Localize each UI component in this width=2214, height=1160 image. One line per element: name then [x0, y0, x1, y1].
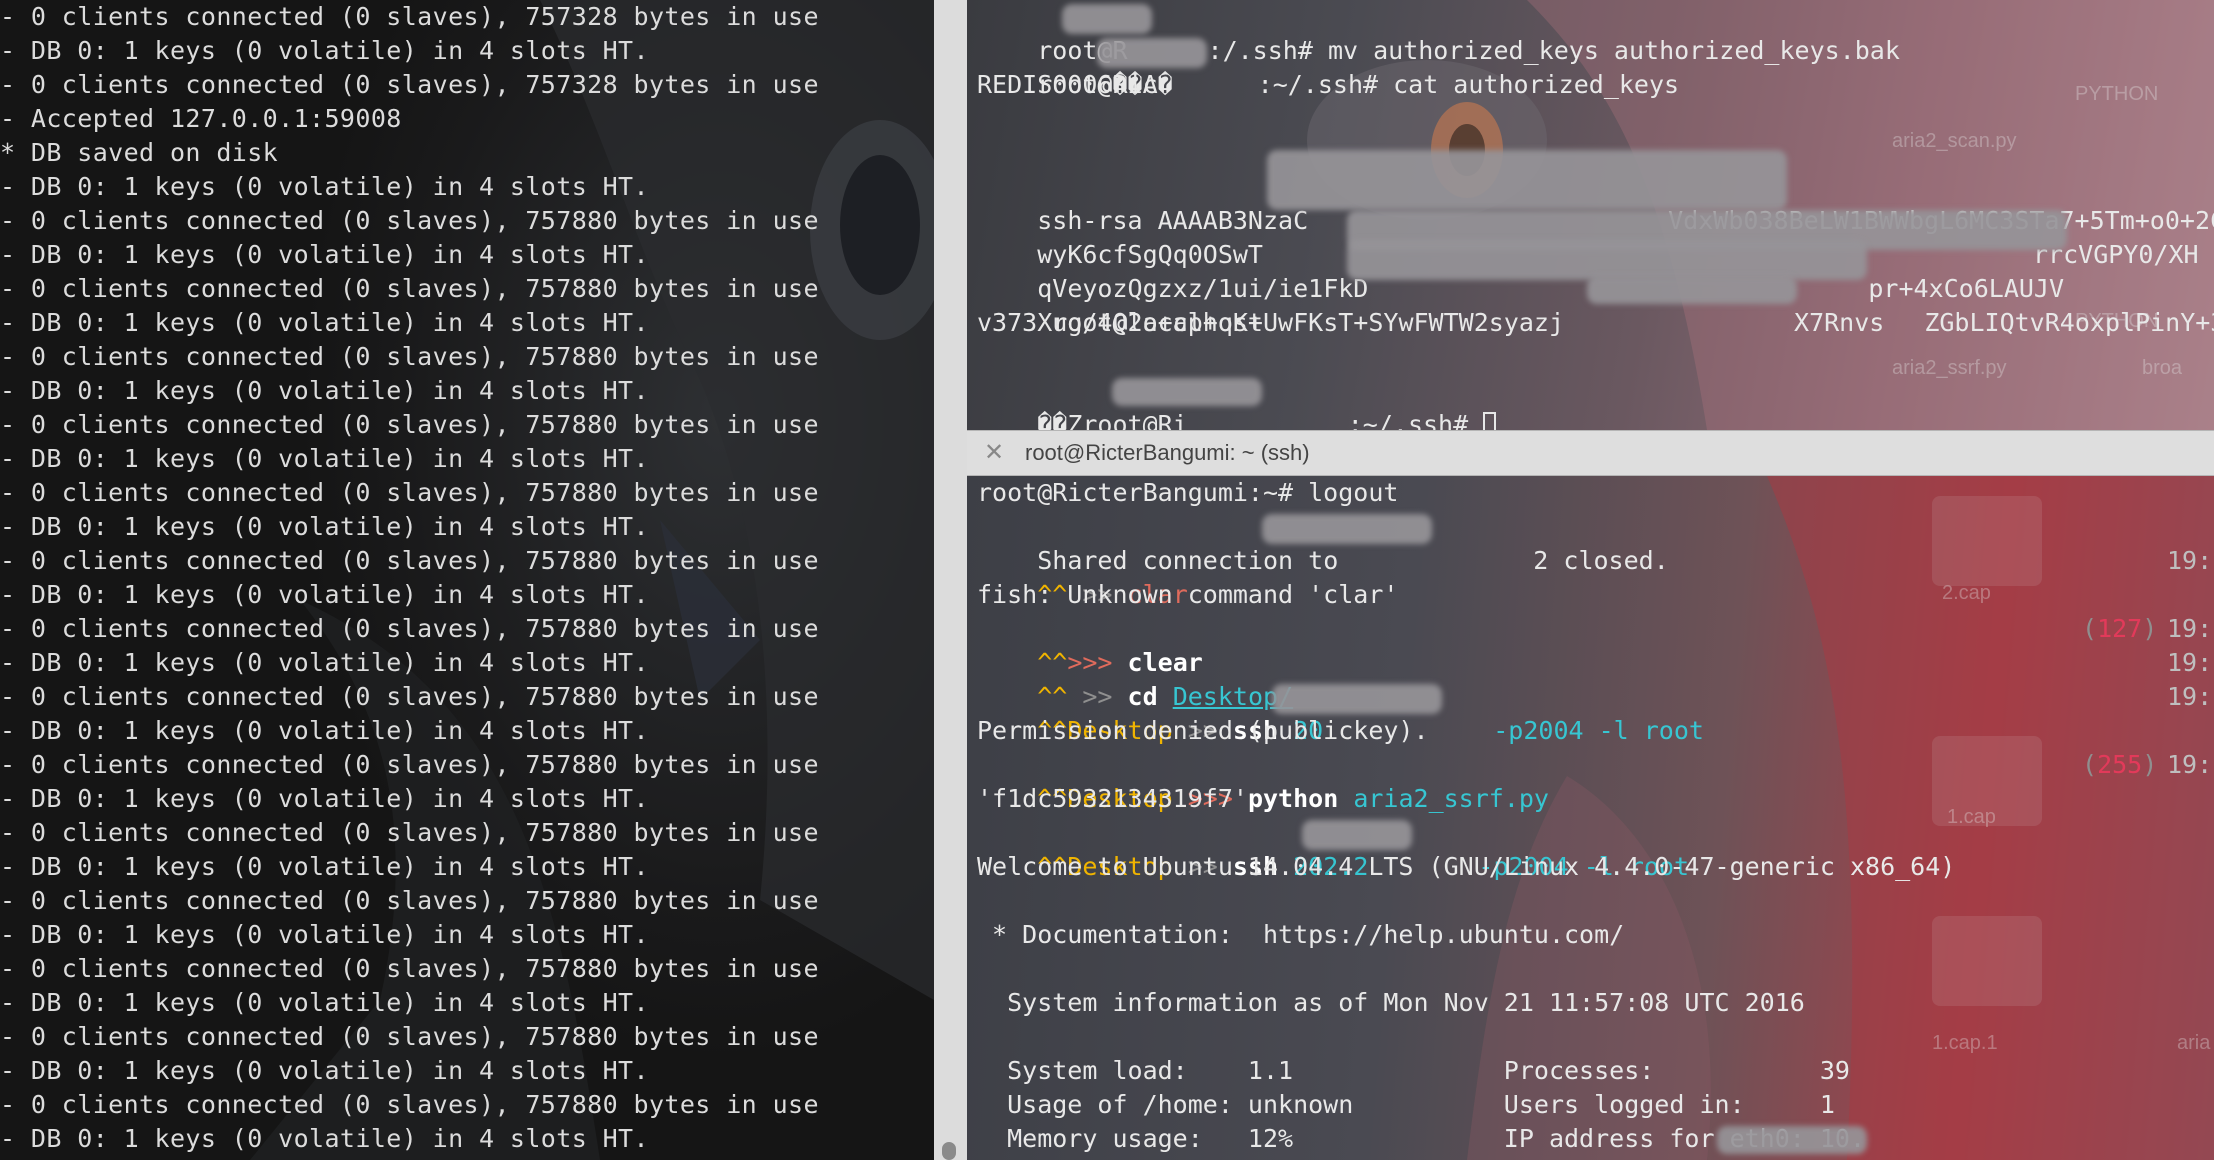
- log-line: - 0 clients connected (0 slaves), 757880…: [0, 206, 819, 235]
- log-line: - DB 0: 1 keys (0 volatile) in 4 slots H…: [0, 512, 649, 541]
- log-line: - DB 0: 1 keys (0 volatile) in 4 slots H…: [0, 852, 649, 881]
- command-text: python: [1247, 784, 1354, 813]
- exit-code-value: 127: [2097, 614, 2143, 643]
- terminal-text: 2 closed.: [1533, 546, 1669, 575]
- terminal-line: Usage of /home: unknown Users logged in:…: [977, 1090, 1835, 1119]
- log-line: - DB 0: 1 keys (0 volatile) in 4 slots H…: [0, 784, 649, 813]
- log-line: - DB 0: 1 keys (0 volatile) in 4 slots H…: [0, 648, 649, 677]
- log-line: - 0 clients connected (0 slaves), 757328…: [0, 70, 819, 99]
- terminal-line: fish: Unknown command 'clar': [977, 580, 1399, 609]
- log-line: - DB 0: 1 keys (0 volatile) in 4 slots H…: [0, 580, 649, 609]
- log-line: - 0 clients connected (0 slaves), 757880…: [0, 614, 819, 643]
- terminal-line: Permission denied (publickey).: [977, 716, 1429, 745]
- log-line: - 0 clients connected (0 slaves), 757880…: [0, 410, 819, 439]
- terminal-line: * Documentation: https://help.ubuntu.com…: [977, 920, 1625, 949]
- terminal-text: :~/.ssh# cat authorized_keys: [1257, 70, 1680, 99]
- log-line: - DB 0: 1 keys (0 volatile) in 4 slots H…: [0, 36, 649, 65]
- exit-code: (127): [2082, 614, 2158, 643]
- desktop-file-label: 1.cap.1: [1932, 1032, 1998, 1054]
- log-line: - DB 0: 1 keys (0 volatile) in 4 slots H…: [0, 172, 649, 201]
- log-line: - DB 0: 1 keys (0 volatile) in 4 slots H…: [0, 1056, 649, 1085]
- timestamp: 19:: [2167, 682, 2213, 711]
- terminal-cursor: [1483, 412, 1497, 430]
- log-line: * DB saved on disk: [0, 138, 279, 167]
- log-line: - 0 clients connected (0 slaves), 757880…: [0, 1090, 819, 1119]
- log-line: - 0 clients connected (0 slaves), 757880…: [0, 274, 819, 303]
- exit-code: (255): [2082, 750, 2158, 779]
- desktop-file-label: aria2_ssrf.py: [1892, 357, 2007, 379]
- desktop-file-label: 2.cap: [1942, 582, 1991, 604]
- log-line: - DB 0: 1 keys (0 volatile) in 4 slots H…: [0, 988, 649, 1017]
- terminal-line: System load: 1.1 Processes: 39: [977, 1056, 1850, 1085]
- timestamp: 19:: [2167, 750, 2213, 779]
- desktop-file-label: 1.cap: [1947, 806, 1996, 828]
- log-line: - Accepted 127.0.0.1:59008: [0, 104, 402, 133]
- terminal-line: System information as of Mon Nov 21 11:5…: [977, 988, 1805, 1017]
- terminal-text: ZGbLIQtvR4oxplPinY+3i: [1924, 308, 2214, 337]
- terminal-text: ��Zroot@Ri: [1037, 410, 1188, 430]
- terminal-text: :~/.ssh#: [1347, 410, 1484, 430]
- close-icon[interactable]: ✕: [981, 440, 1007, 466]
- terminal-line: 'f1dc5932134319f7': [977, 784, 1248, 813]
- log-line: - 0 clients connected (0 slaves), 757880…: [0, 546, 819, 575]
- timestamp: 19:: [2167, 614, 2213, 643]
- redacted-region: [1717, 1126, 1867, 1154]
- ssh-tab[interactable]: ✕ root@RicterBangumi: ~ (ssh): [967, 430, 2214, 476]
- log-line: - 0 clients connected (0 slaves), 757880…: [0, 682, 819, 711]
- terminal-line: ^^ >> cd Desktop/: [977, 646, 1293, 711]
- log-line: - DB 0: 1 keys (0 volatile) in 4 slots H…: [0, 308, 649, 337]
- bottom-right-terminal-pane[interactable]: 2.cap 1.cap 1.cap.1 aria root@RicterBang…: [967, 476, 2214, 1160]
- log-line: - 0 clients connected (0 slaves), 757880…: [0, 342, 819, 371]
- pane-divider[interactable]: [934, 0, 967, 1160]
- scrollbar-thumb[interactable]: [942, 1142, 956, 1160]
- terminal-line: root@RicterBangumi:~# logout: [977, 478, 1399, 507]
- terminal-line: Welcome to Ubuntu 14.04.4 LTS (GNU/Linux…: [977, 852, 1956, 881]
- redacted-region: [1347, 240, 1867, 280]
- redacted-region: [1587, 276, 1797, 304]
- terminal-line: ^^>>> clear: [977, 612, 1203, 677]
- timestamp: 19:: [2167, 546, 2213, 575]
- desktop-file-label: aria2_scan.py: [1892, 130, 2017, 152]
- terminal-line: root@Ric:~/.ssh# cat authorized_keys: [977, 34, 1679, 99]
- redacted-region: [1267, 150, 1787, 210]
- tab-title[interactable]: root@RicterBangumi: ~ (ssh): [1025, 431, 1310, 475]
- terminal-text: X7Rnvs: [1794, 308, 1885, 337]
- log-line: - 0 clients connected (0 slaves), 757880…: [0, 478, 819, 507]
- terminal-line: REDIS0006��A�: [977, 70, 1173, 99]
- timestamp: 19:: [2167, 648, 2213, 677]
- redacted-region: [1097, 38, 1207, 68]
- log-line: - 0 clients connected (0 slaves), 757880…: [0, 818, 819, 847]
- log-line: - DB 0: 1 keys (0 volatile) in 4 slots H…: [0, 444, 649, 473]
- left-terminal-pane[interactable]: - 0 clients connected (0 slaves), 757328…: [0, 0, 934, 1160]
- log-line: - DB 0: 1 keys (0 volatile) in 4 slots H…: [0, 376, 649, 405]
- command-argument: -p2004 -l root: [1493, 716, 1704, 745]
- log-line: - DB 0: 1 keys (0 volatile) in 4 slots H…: [0, 920, 649, 949]
- log-line: - 0 clients connected (0 slaves), 757328…: [0, 2, 819, 31]
- redacted-region: [1302, 820, 1412, 850]
- top-right-terminal-pane[interactable]: PYTHON aria2_scan.py PYTHON aria2_ssrf.p…: [967, 0, 2214, 430]
- redacted-region: [1062, 4, 1152, 34]
- log-line: - 0 clients connected (0 slaves), 757880…: [0, 1022, 819, 1051]
- desktop-file-label: broa: [2142, 357, 2183, 379]
- redacted-region: [1262, 514, 1432, 544]
- terminal-line: ^^Desktop >>> python aria2_ssrf.py: [977, 748, 1549, 813]
- desktop-file-label: aria: [2177, 1032, 2211, 1054]
- log-line: - DB 0: 1 keys (0 volatile) in 4 slots H…: [0, 240, 649, 269]
- redacted-region: [1272, 684, 1442, 714]
- terminal-line: ^^ >> clar: [977, 544, 1188, 609]
- terminal-line: v373 root@localhost: [977, 308, 1263, 337]
- command-argument: aria2_ssrf.py: [1353, 784, 1549, 813]
- log-line: - DB 0: 1 keys (0 volatile) in 4 slots H…: [0, 716, 649, 745]
- log-line: - 0 clients connected (0 slaves), 757880…: [0, 954, 819, 983]
- log-line: - 0 clients connected (0 slaves), 757880…: [0, 750, 819, 779]
- desktop-file-label: PYTHON: [2075, 83, 2159, 105]
- log-line: - 0 clients connected (0 slaves), 757880…: [0, 886, 819, 915]
- log-line: - DB 0: 1 keys (0 volatile) in 4 slots H…: [0, 1124, 649, 1153]
- exit-code-value: 255: [2097, 750, 2143, 779]
- redacted-region: [1112, 378, 1262, 406]
